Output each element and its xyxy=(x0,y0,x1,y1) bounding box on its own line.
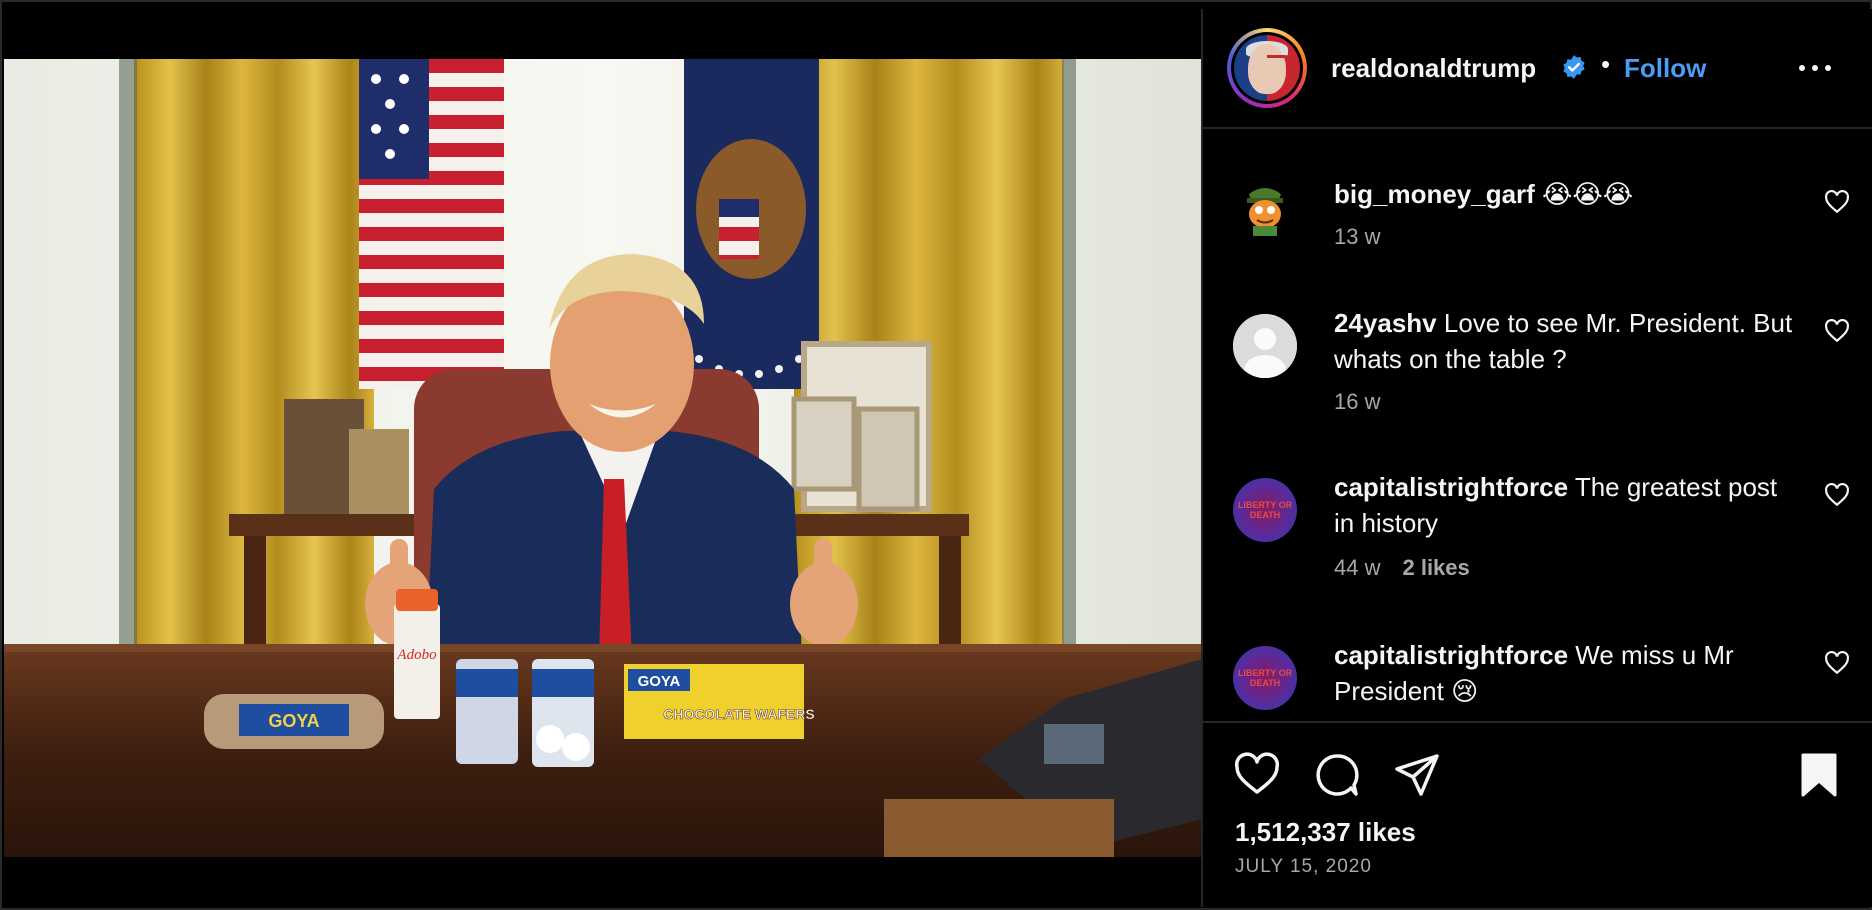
author-avatar-image xyxy=(1234,35,1300,101)
svg-text:CHOCOLATE WAFERS: CHOCOLATE WAFERS xyxy=(663,706,814,722)
heart-icon[interactable] xyxy=(1233,751,1281,799)
oval-office-photo: GOYA Adobo GOYA CHOCOLATE WAFERS xyxy=(4,59,1202,857)
commenter-avatar[interactable]: LIBERTY OR DEATH xyxy=(1233,646,1297,710)
comment-username[interactable]: big_money_garf xyxy=(1334,179,1535,209)
post-sidebar: realdonaldtrump • Follow big_money_garf … xyxy=(1203,9,1872,907)
comment-like-heart-icon[interactable] xyxy=(1824,319,1850,343)
post-media: GOYA Adobo GOYA CHOCOLATE WAFERS xyxy=(4,9,1202,907)
comment-meta: 13 w xyxy=(1334,224,1380,250)
comment-username[interactable]: capitalistrightforce xyxy=(1334,472,1568,502)
bookmark-icon[interactable] xyxy=(1795,751,1843,799)
commenter-avatar[interactable] xyxy=(1233,314,1297,378)
comment-text: 😭😭😭 xyxy=(1534,179,1634,209)
post-header: realdonaldtrump • Follow xyxy=(1203,9,1872,129)
author-avatar[interactable] xyxy=(1227,28,1307,108)
avatar-badge-text: LIBERTY OR DEATH xyxy=(1237,668,1293,688)
author-username[interactable]: realdonaldtrump xyxy=(1331,53,1536,84)
comment-like-count[interactable]: 2 likes xyxy=(1402,555,1469,580)
svg-text:GOYA: GOYA xyxy=(638,673,681,690)
post-photo[interactable]: GOYA Adobo GOYA CHOCOLATE WAFERS xyxy=(4,59,1202,857)
default-avatar-icon xyxy=(1233,314,1297,378)
comment-username[interactable]: 24yashv xyxy=(1334,308,1437,338)
post-like-count[interactable]: 1,512,337 likes xyxy=(1235,817,1416,848)
post-date[interactable]: JULY 15, 2020 xyxy=(1235,856,1372,878)
comment-like-heart-icon[interactable] xyxy=(1824,651,1850,675)
comment-like-heart-icon[interactable] xyxy=(1824,190,1850,214)
verified-badge-icon xyxy=(1563,55,1585,79)
garfield-avatar-icon xyxy=(1233,176,1297,240)
post-modal: GOYA Adobo GOYA CHOCOLATE WAFERS realdon… xyxy=(0,0,1872,910)
comment-like-heart-icon[interactable] xyxy=(1824,483,1850,507)
post-actions: 1,512,337 likes JULY 15, 2020 xyxy=(1203,723,1872,907)
svg-text:GOYA: GOYA xyxy=(268,711,319,731)
share-icon[interactable] xyxy=(1393,751,1441,799)
avatar-badge-text: LIBERTY OR DEATH xyxy=(1237,500,1293,520)
comment-age[interactable]: 16 w xyxy=(1334,389,1380,414)
svg-text:Adobo: Adobo xyxy=(396,647,437,663)
commenter-avatar[interactable] xyxy=(1233,176,1297,240)
comments-list[interactable]: big_money_garf 😭😭😭 13 w 24yashv Love to … xyxy=(1203,131,1872,721)
more-options-icon[interactable] xyxy=(1797,59,1833,79)
comment-age[interactable]: 13 w xyxy=(1334,224,1380,249)
header-separator: • xyxy=(1601,49,1611,79)
commenter-avatar[interactable]: LIBERTY OR DEATH xyxy=(1233,478,1297,542)
comment-username[interactable]: capitalistrightforce xyxy=(1334,640,1568,670)
comment-meta: 44 w 2 likes xyxy=(1334,555,1470,581)
comment-meta: 16 w xyxy=(1334,389,1380,415)
comment-age[interactable]: 44 w xyxy=(1334,555,1380,580)
comment-icon[interactable] xyxy=(1313,751,1361,799)
follow-button[interactable]: Follow xyxy=(1624,53,1706,84)
